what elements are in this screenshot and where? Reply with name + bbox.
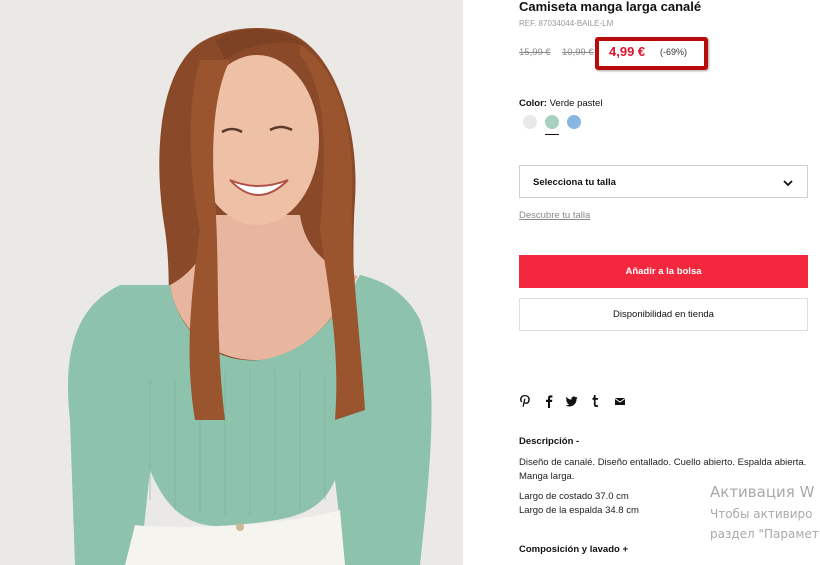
model-photo-illustration xyxy=(0,0,463,565)
size-guide-link[interactable]: Descubre tu talla xyxy=(519,210,590,221)
pinterest-icon[interactable] xyxy=(519,394,531,411)
add-to-bag-button[interactable]: Añadir a la bolsa xyxy=(519,255,808,288)
chevron-down-icon xyxy=(782,176,794,194)
current-price: 4,99 € xyxy=(609,44,646,59)
activation-watermark-line: Чтобы активиро xyxy=(710,507,813,521)
product-reference: REF. 87034044-BAILE-LM xyxy=(519,19,614,28)
color-label: Color: xyxy=(519,98,547,109)
color-swatch-blanco[interactable] xyxy=(523,115,537,129)
composition-toggle[interactable]: Composición y lavado + xyxy=(519,544,628,555)
measure-back-length: Largo de la espalda 34.8 cm xyxy=(519,505,639,516)
color-selector-label: Color: Verde pastel xyxy=(519,98,602,109)
selected-swatch-indicator xyxy=(545,134,559,135)
size-select-label: Selecciona tu talla xyxy=(533,177,616,188)
activation-watermark-title: Активация W xyxy=(710,483,815,501)
current-price-highlight: 4,99 € (-69%) xyxy=(595,37,708,70)
measure-side-length: Largo de costado 37.0 cm xyxy=(519,491,629,502)
color-swatch-verde-pastel[interactable] xyxy=(545,115,559,129)
previous-price: 10,99 € xyxy=(562,47,594,58)
description-text: Diseño de canalé. Diseño entallado. Cuel… xyxy=(519,457,807,482)
description-toggle[interactable]: Descripción - xyxy=(519,436,579,447)
product-title: Camiseta manga larga canalé xyxy=(519,0,702,14)
discount-badge: (-69%) xyxy=(660,47,688,57)
store-availability-button[interactable]: Disponibilidad en tienda xyxy=(519,298,808,331)
color-swatch-azul[interactable] xyxy=(567,115,581,129)
color-value: Verde pastel xyxy=(549,98,603,109)
size-select[interactable]: Selecciona tu talla xyxy=(519,165,808,198)
mail-icon[interactable] xyxy=(614,394,626,411)
product-info-panel: Camiseta manga larga canalé REF. 8703404… xyxy=(519,0,820,565)
product-image[interactable] xyxy=(0,0,463,565)
tumblr-icon[interactable] xyxy=(591,394,599,411)
twitter-icon[interactable] xyxy=(565,394,578,411)
facebook-icon[interactable] xyxy=(545,394,553,411)
original-price: 15,99 € xyxy=(519,47,551,58)
activation-watermark-line: раздел "Парамет xyxy=(710,527,819,541)
